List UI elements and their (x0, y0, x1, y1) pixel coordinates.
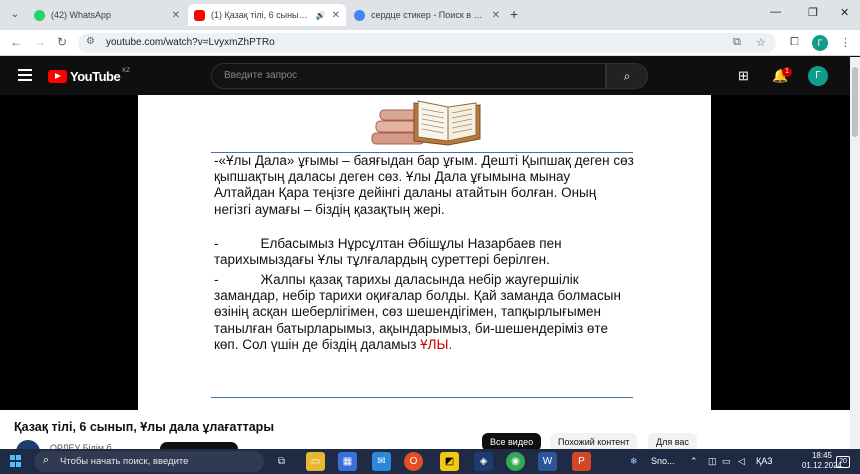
paragraph-text: Жалпы қазақ тарихы даласында небір жауге… (214, 272, 621, 352)
tab-title: (1) Қазақ тілі, 6 сынып, Ұлы (211, 10, 312, 20)
close-tab-icon[interactable]: ✕ (332, 10, 340, 21)
bullet-dash: - (214, 272, 219, 287)
tab-whatsapp[interactable]: (42) WhatsApp ✕ (28, 4, 186, 26)
extensions-icon[interactable]: ⧠ (790, 36, 799, 49)
opera-icon[interactable]: O (404, 452, 423, 471)
chrome-icon[interactable]: ◉ (506, 452, 525, 471)
bookmark-star-icon[interactable]: ☆ (756, 36, 766, 49)
tab-search-chevron-icon[interactable]: ⌄ (6, 7, 24, 23)
mail-icon[interactable]: ✉ (372, 452, 391, 471)
site-info-icon[interactable]: ⚙ (86, 36, 95, 47)
create-video-icon[interactable]: ⊞ (738, 68, 749, 84)
new-tab-icon[interactable]: + (510, 6, 518, 22)
book-stack-icon (371, 100, 481, 146)
search-button[interactable]: ⌕ (606, 63, 648, 89)
install-app-icon[interactable]: ⧉ (733, 36, 741, 49)
youtube-header: YouTube KZ Введите запрос ⌕ ⊞ 🔔 (0, 57, 850, 95)
page-scrollbar[interactable] (850, 57, 860, 449)
browser-tab-strip: ⌄ (42) WhatsApp ✕ (1) Қазақ тілі, 6 сыны… (0, 0, 860, 30)
youtube-logo[interactable]: YouTube KZ (48, 67, 130, 84)
app-icon[interactable]: ◩ (440, 452, 459, 471)
reload-icon[interactable]: ↻ (57, 35, 67, 49)
slide-paragraph-3: - Жалпы қазақ тарихы даласында небір жауг… (214, 272, 634, 353)
close-tab-icon[interactable]: ✕ (492, 10, 500, 21)
menu-icon[interactable] (18, 69, 32, 81)
minimize-icon[interactable]: — (770, 6, 781, 18)
google-icon (354, 9, 365, 21)
store-icon[interactable]: ▦ (338, 452, 357, 471)
speaker-icon[interactable]: 🔊 (316, 11, 326, 20)
windows-taskbar: ⌕ Чтобы начать поиск, введите ⧉ ▭ ▦ ✉ O … (0, 449, 860, 474)
scrollbar-thumb[interactable] (852, 67, 858, 137)
notification-badge: 1 (782, 67, 792, 77)
tab-title: сердце стикер - Поиск в Googl (371, 10, 486, 20)
slide-paragraph-1: -«Ұлы Дала» ұғымы – баяғыдан бар ұғым. Д… (214, 153, 634, 217)
search-icon: ⌕ (623, 69, 631, 83)
file-explorer-icon[interactable]: ▭ (306, 452, 325, 471)
tray-app-icon[interactable]: ◫ (708, 456, 717, 467)
presentation-slide: -«Ұлы Дала» ұғымы – баяғыдан бар ұғым. Д… (138, 95, 711, 410)
youtube-wordmark: YouTube (70, 69, 121, 84)
back-icon[interactable]: ← (10, 35, 22, 49)
network-icon[interactable]: ▭ (722, 456, 731, 467)
windows-start-icon[interactable] (10, 455, 22, 467)
divider-bottom (211, 397, 633, 398)
forward-icon[interactable]: → (34, 35, 46, 49)
address-bar[interactable]: ⚙ youtube.com/watch?v=LvyxmZhPTRo ⧉ ☆ (78, 33, 776, 53)
weather-label[interactable]: Sno... (651, 456, 675, 466)
highlight-word: ҰЛЫ. (420, 336, 453, 352)
url-text: youtube.com/watch?v=LvyxmZhPTRo (106, 37, 275, 48)
tray-chevron-icon[interactable]: ⌃ (690, 456, 698, 467)
close-tab-icon[interactable]: ✕ (172, 10, 180, 21)
taskbar-search[interactable]: ⌕ Чтобы начать поиск, введите (34, 451, 264, 472)
video-title: Қазақ тілі, 6 сынып, Ұлы дала ұлағаттары (14, 420, 274, 434)
tab-youtube[interactable]: (1) Қазақ тілі, 6 сынып, Ұлы 🔊 ✕ (188, 4, 346, 26)
youtube-play-icon (48, 70, 67, 83)
search-placeholder: Введите запрос (224, 70, 298, 81)
taskbar-search-placeholder: Чтобы начать поиск, введите (60, 456, 189, 467)
weather-snow-icon[interactable]: ❄ (630, 456, 638, 467)
vscode-icon[interactable]: ◈ (474, 452, 493, 471)
notification-center-count[interactable]: 20 (836, 456, 850, 468)
task-view-icon[interactable]: ⧉ (272, 452, 291, 471)
tab-title: (42) WhatsApp (51, 10, 112, 20)
restore-icon[interactable]: ❐ (808, 6, 818, 19)
bullet-dash: - (214, 236, 219, 251)
search-input[interactable]: Введите запрос (211, 63, 606, 89)
browser-menu-icon[interactable]: ⋮ (840, 36, 851, 49)
tab-google-search[interactable]: сердце стикер - Поиск в Googl ✕ (348, 4, 506, 26)
window-close-icon[interactable]: ✕ (840, 6, 849, 19)
video-info: Қазақ тілі, 6 сынып, Ұлы дала ұлағаттары… (0, 410, 850, 464)
whatsapp-icon (34, 9, 45, 21)
slide-paragraph-2: - Елбасымыз Нұрсұлтан Әбішұлы Назарбаев п… (214, 236, 634, 268)
language-indicator[interactable]: ҚАЗ (756, 456, 773, 466)
word-icon[interactable]: W (538, 452, 557, 471)
paragraph-text: Елбасымыз Нұрсұлтан Әбішұлы Назарбаев пе… (214, 236, 562, 268)
video-player[interactable]: -«Ұлы Дала» ұғымы – баяғыдан бар ұғым. Д… (0, 95, 850, 410)
search-icon: ⌕ (43, 454, 50, 466)
profile-avatar[interactable]: Г (812, 35, 828, 51)
account-avatar[interactable]: Г (808, 66, 828, 86)
region-code: KZ (122, 67, 130, 74)
powerpoint-icon[interactable]: P (572, 452, 591, 471)
youtube-icon (194, 9, 205, 21)
volume-icon[interactable]: ◁ (738, 456, 745, 467)
browser-toolbar: ← → ↻ ⚙ youtube.com/watch?v=LvyxmZhPTRo … (0, 30, 860, 56)
